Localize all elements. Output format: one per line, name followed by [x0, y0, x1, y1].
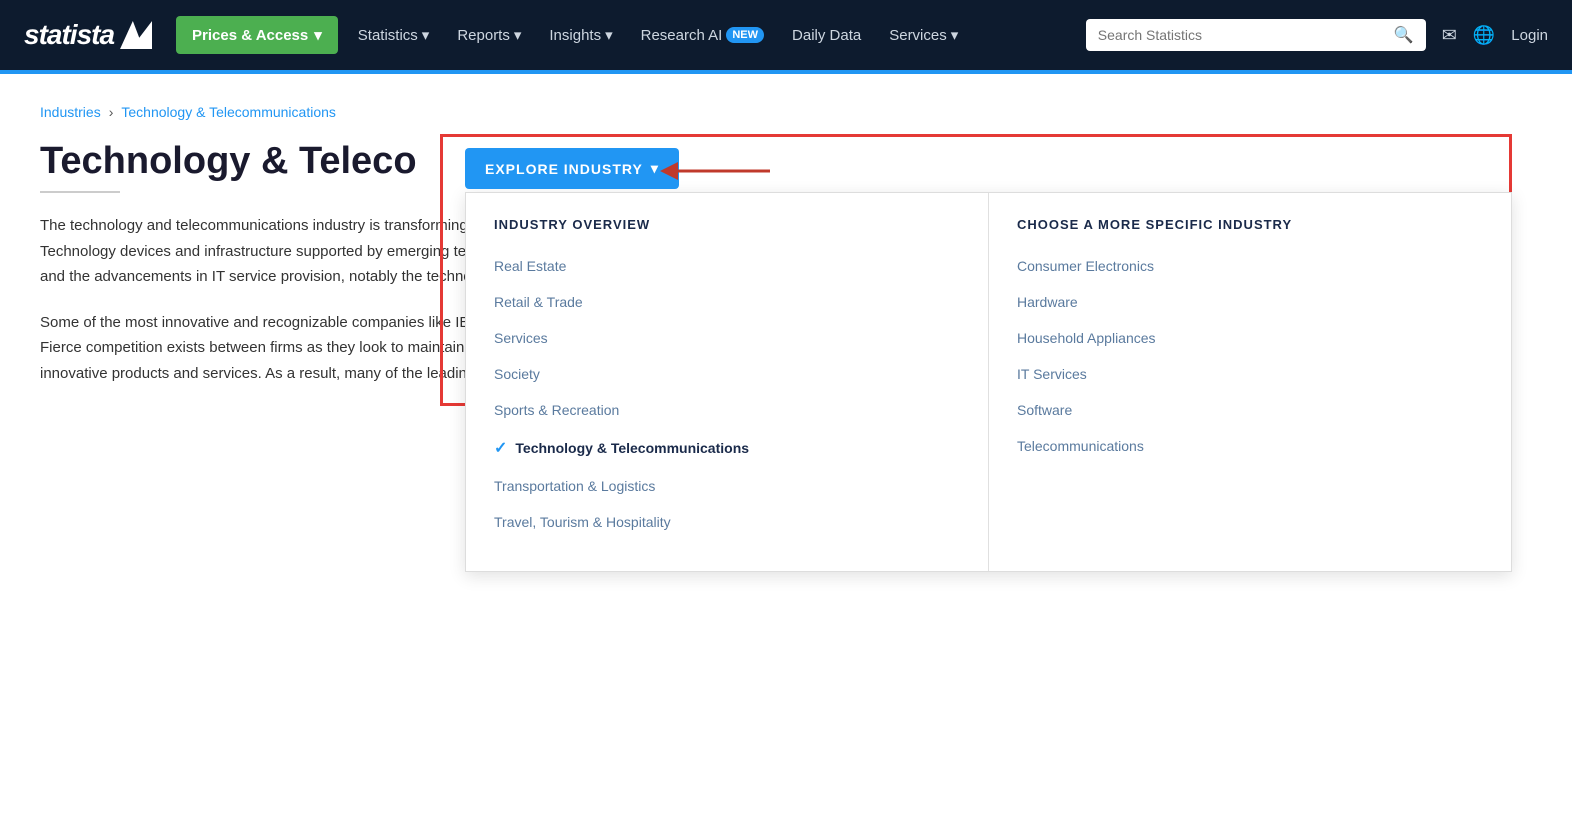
- nav-research-ai[interactable]: Research AI NEW: [629, 19, 776, 52]
- breadcrumb-industries[interactable]: Industries: [40, 104, 101, 120]
- explore-industry-dropdown: INDUSTRY OVERVIEW Real Estate Retail & T…: [465, 192, 1512, 572]
- list-item[interactable]: Sports & Recreation: [466, 392, 988, 428]
- list-item[interactable]: Telecommunications: [989, 428, 1511, 464]
- nav-insights[interactable]: Insights ▾: [537, 18, 624, 52]
- list-item[interactable]: Services: [466, 320, 988, 356]
- nav-statistics[interactable]: Statistics ▾: [346, 18, 442, 52]
- chevron-down-icon: ▾: [651, 160, 659, 177]
- chevron-down-icon: ▾: [605, 26, 613, 44]
- nav-services[interactable]: Services ▾: [877, 18, 970, 52]
- specific-industry-list: Consumer Electronics Hardware Household …: [989, 248, 1511, 464]
- main-content: Industries › Technology & Telecommunicat…: [0, 74, 1572, 436]
- title-underline: [40, 191, 120, 193]
- prices-access-button[interactable]: Prices & Access ▾: [176, 16, 338, 54]
- list-item[interactable]: Real Estate: [466, 248, 988, 284]
- dropdown-right-col: CHOOSE A MORE SPECIFIC INDUSTRY Consumer…: [989, 193, 1511, 571]
- breadcrumb-separator: ›: [109, 104, 114, 120]
- globe-icon[interactable]: 🌐: [1473, 25, 1495, 46]
- logo-text: statista: [24, 19, 114, 51]
- breadcrumb: Industries › Technology & Telecommunicat…: [40, 104, 1532, 120]
- nav-daily-data[interactable]: Daily Data: [780, 19, 873, 52]
- chevron-down-icon: ▾: [314, 26, 322, 44]
- list-item[interactable]: Consumer Electronics: [989, 248, 1511, 284]
- login-button[interactable]: Login: [1511, 27, 1548, 44]
- list-item[interactable]: Household Appliances: [989, 320, 1511, 356]
- explore-btn-wrap: EXPLORE INDUSTRY ▾: [465, 148, 679, 189]
- chevron-down-icon: ▾: [514, 26, 522, 44]
- logo-icon: [120, 21, 152, 49]
- industry-overview-title: INDUSTRY OVERVIEW: [466, 217, 988, 248]
- list-item[interactable]: Retail & Trade: [466, 284, 988, 320]
- list-item[interactable]: Society: [466, 356, 988, 392]
- industry-list: Real Estate Retail & Trade Services Soci…: [466, 248, 988, 540]
- list-item[interactable]: Transportation & Logistics: [466, 468, 988, 504]
- arrow-indicator: [660, 156, 780, 191]
- new-badge: NEW: [726, 27, 764, 43]
- search-box[interactable]: 🔍: [1086, 19, 1426, 51]
- chevron-down-icon: ▾: [951, 26, 959, 44]
- list-item[interactable]: Software: [989, 392, 1511, 428]
- list-item-active[interactable]: ✓ Technology & Telecommunications: [466, 428, 988, 468]
- list-item[interactable]: Travel, Tourism & Hospitality: [466, 504, 988, 540]
- nav-reports[interactable]: Reports ▾: [445, 18, 533, 52]
- dropdown-left-col: INDUSTRY OVERVIEW Real Estate Retail & T…: [466, 193, 989, 571]
- page-title: Technology & Teleco: [40, 140, 1532, 183]
- list-item[interactable]: Hardware: [989, 284, 1511, 320]
- mail-icon[interactable]: ✉: [1442, 25, 1457, 46]
- chevron-down-icon: ▾: [422, 26, 430, 44]
- checkmark-icon: ✓: [494, 438, 507, 458]
- main-header: statista Prices & Access ▾ Statistics ▾ …: [0, 0, 1572, 70]
- search-icon[interactable]: 🔍: [1394, 25, 1414, 45]
- list-item[interactable]: IT Services: [989, 356, 1511, 392]
- explore-industry-button[interactable]: EXPLORE INDUSTRY ▾: [465, 148, 679, 189]
- main-nav: Statistics ▾ Reports ▾ Insights ▾ Resear…: [346, 18, 1086, 52]
- breadcrumb-tech-telecom[interactable]: Technology & Telecommunications: [121, 104, 336, 120]
- logo[interactable]: statista: [24, 19, 152, 51]
- header-right: 🔍 ✉ 🌐 Login: [1086, 19, 1548, 51]
- specific-industry-title: CHOOSE A MORE SPECIFIC INDUSTRY: [989, 217, 1511, 248]
- search-input[interactable]: [1098, 27, 1394, 43]
